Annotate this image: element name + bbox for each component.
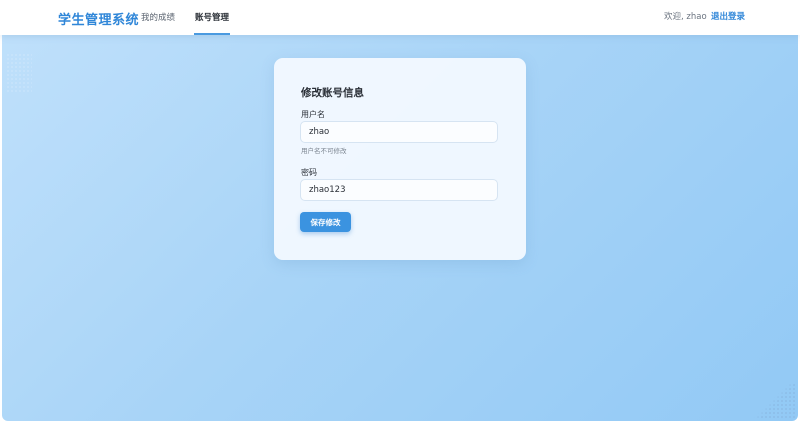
form-title: 修改账号信息 [301, 87, 364, 99]
password-label: 密码 [301, 168, 317, 177]
account-form-card: 修改账号信息 用户名 用户名不可修改 密码 保存修改 [274, 58, 526, 260]
username-label: 用户名 [301, 110, 325, 119]
username-input[interactable] [300, 121, 498, 143]
password-input[interactable] [300, 179, 498, 201]
tab-account-management[interactable]: 账号管理 [194, 0, 230, 35]
decorative-dots-pattern [6, 53, 32, 93]
save-changes-button[interactable]: 保存修改 [300, 212, 351, 232]
welcome-text: 欢迎, zhao [664, 12, 707, 22]
decorative-dots-pattern [752, 383, 796, 419]
app-title: 学生管理系统 [58, 13, 140, 28]
username-hint: 用户名不可修改 [301, 147, 347, 155]
tab-my-grades[interactable]: 我的成绩 [141, 0, 175, 35]
logout-button[interactable]: 退出登录 [711, 0, 745, 35]
top-nav-bar: 学生管理系统 我的成绩 账号管理 欢迎, zhao 退出登录 [0, 0, 800, 35]
